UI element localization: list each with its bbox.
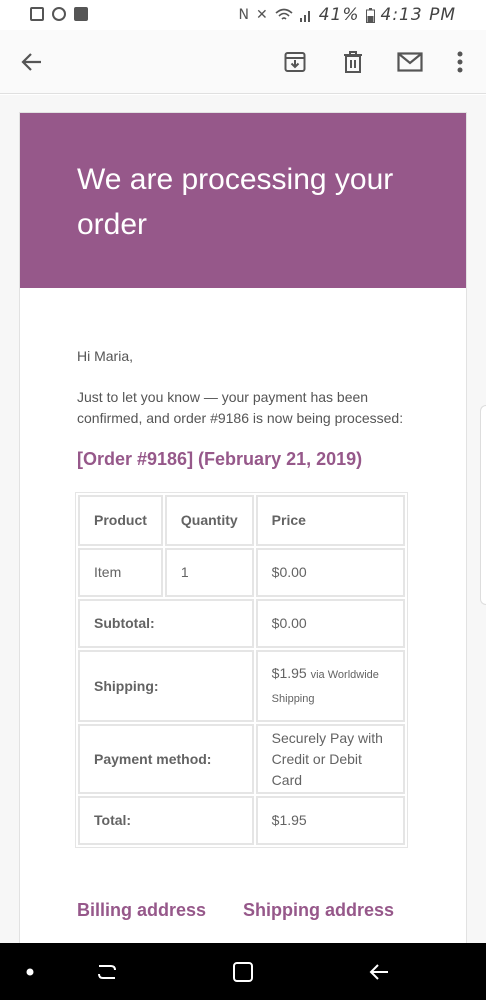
shipping-address-title: Shipping address xyxy=(243,900,395,920)
payment-row: Payment method: Securely Pay with Credit… xyxy=(78,724,405,794)
col-product: Product xyxy=(78,495,163,546)
back-icon[interactable] xyxy=(364,957,394,987)
col-price: Price xyxy=(255,495,405,546)
image-icon xyxy=(30,7,44,21)
table-row: Item 1 $0.00 xyxy=(78,548,405,597)
billing-address-title: Billing address xyxy=(77,900,207,920)
item-price: $0.00 xyxy=(255,548,405,597)
greeting: Hi Maria, xyxy=(77,348,134,364)
nfc-icon: N xyxy=(238,7,250,23)
battery-percent: 41% xyxy=(318,5,360,25)
status-bar: N ✕ 41% 4:13 PM xyxy=(0,0,486,30)
battery-icon xyxy=(365,7,375,23)
email-card: We are processing your order Hi Maria, J… xyxy=(19,112,467,943)
email-body: Hi Maria, Just to let you know — your pa… xyxy=(20,288,466,921)
clock: 4:13 PM xyxy=(380,5,456,25)
delete-icon[interactable] xyxy=(337,46,369,78)
total-label: Total: xyxy=(78,796,254,845)
home-icon[interactable] xyxy=(228,957,258,987)
total-row: Total: $1.95 xyxy=(78,796,405,845)
archive-icon[interactable] xyxy=(279,46,311,78)
signal-icon xyxy=(299,11,310,22)
wifi-icon xyxy=(275,8,293,20)
dot-icon[interactable] xyxy=(15,957,45,987)
system-icons: N ✕ 41% 4:13 PM xyxy=(238,5,456,25)
item-product: Item xyxy=(78,548,163,597)
total-value: $1.95 xyxy=(255,796,405,845)
email-content[interactable]: We are processing your order Hi Maria, J… xyxy=(0,95,486,943)
order-table: Product Quantity Price Item 1 $0.00 Subt… xyxy=(75,492,408,848)
shipping-row: Shipping: $1.95 via Worldwide Shipping xyxy=(78,650,405,722)
email-header: We are processing your order xyxy=(20,113,466,288)
col-quantity: Quantity xyxy=(164,495,254,546)
payment-label: Payment method: xyxy=(78,724,254,794)
payment-value: Securely Pay with Credit or Debit Card xyxy=(255,724,405,794)
intro-text: Just to let you know — your payment has … xyxy=(77,389,404,426)
back-arrow-icon[interactable] xyxy=(16,46,48,78)
action-bar xyxy=(0,30,486,94)
addresses: Billing address Shipping address xyxy=(77,900,409,921)
scroll-handle[interactable] xyxy=(480,405,486,605)
item-quantity: 1 xyxy=(164,548,254,597)
subtotal-value: $0.00 xyxy=(255,599,405,648)
shipping-value: $1.95 xyxy=(271,665,307,681)
subtotal-row: Subtotal: $0.00 xyxy=(78,599,405,648)
mute-icon: ✕ xyxy=(255,7,269,23)
facebook-icon xyxy=(74,7,88,21)
header-title: We are processing your order xyxy=(77,163,394,241)
table-header-row: Product Quantity Price xyxy=(78,495,405,546)
recents-icon[interactable] xyxy=(92,957,122,987)
shipping-value-cell: $1.95 via Worldwide Shipping xyxy=(255,650,405,722)
mail-icon[interactable] xyxy=(394,46,426,78)
shipping-label: Shipping: xyxy=(78,650,254,722)
navigation-bar xyxy=(0,943,486,1000)
more-vert-icon[interactable] xyxy=(444,46,476,78)
circle-icon xyxy=(52,7,66,21)
notification-icons xyxy=(30,7,88,21)
subtotal-label: Subtotal: xyxy=(78,599,254,648)
order-heading[interactable]: [Order #9186] (February 21, 2019) xyxy=(77,449,409,470)
